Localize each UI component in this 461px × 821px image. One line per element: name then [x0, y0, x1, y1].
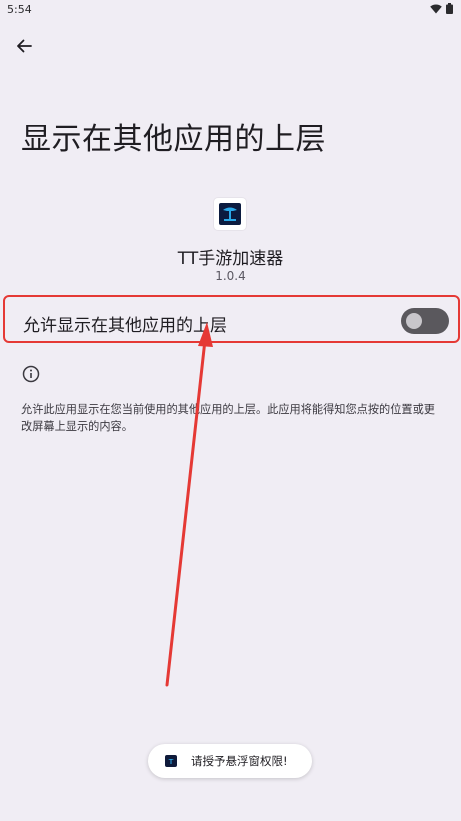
permission-switch[interactable] — [401, 308, 449, 334]
permission-label: 允许显示在其他应用的上层 — [23, 316, 227, 336]
status-icons — [430, 3, 453, 14]
toast-app-icon — [165, 755, 177, 767]
status-time: 5:54 — [7, 3, 32, 16]
switch-thumb — [406, 313, 422, 329]
battery-icon — [446, 3, 453, 14]
status-bar: 5:54 — [0, 0, 461, 22]
info-icon — [22, 365, 40, 383]
toast: 请授予悬浮窗权限! — [148, 744, 312, 778]
permission-description: 允许此应用显示在您当前使用的其他应用的上层。此应用将能得知您点按的位置或更改屏幕… — [21, 403, 435, 433]
page-title: 显示在其他应用的上层 — [21, 122, 326, 157]
wifi-icon — [430, 3, 442, 13]
permission-toggle-row[interactable]: 允许显示在其他应用的上层 — [3, 295, 460, 343]
app-logo-icon — [214, 198, 246, 230]
toast-text: 请授予悬浮窗权限! — [191, 754, 288, 768]
arrow-back-icon — [17, 39, 32, 53]
app-version: 1.0.4 — [215, 269, 246, 283]
app-name: TT手游加速器 — [177, 249, 284, 269]
back-button[interactable] — [10, 32, 38, 60]
